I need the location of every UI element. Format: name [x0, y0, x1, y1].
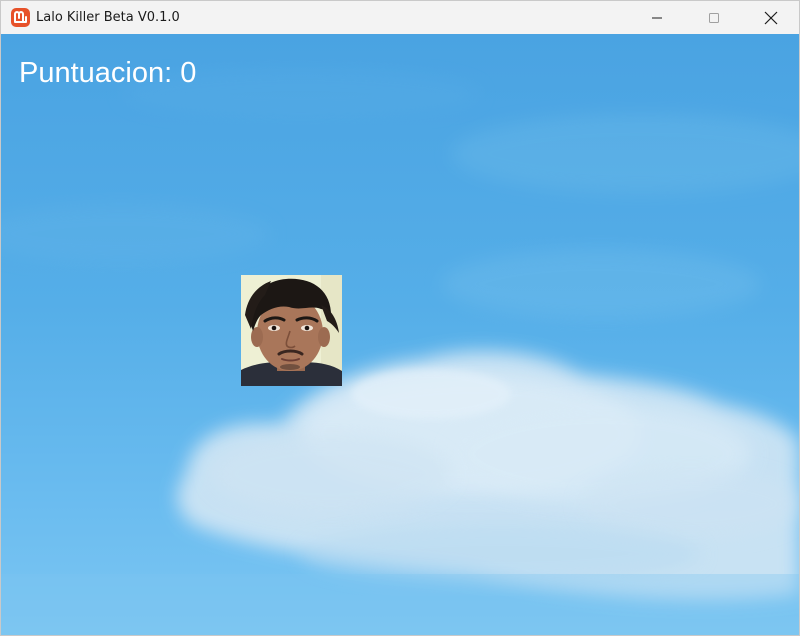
window-title: Lalo Killer Beta V0.1.0 — [36, 10, 180, 25]
close-icon — [764, 11, 777, 24]
maximize-icon — [708, 12, 719, 23]
app-window: Lalo Killer Beta V0.1.0 Puntuacion: 0 — [0, 0, 800, 636]
minimize-button[interactable] — [628, 1, 685, 34]
monogame-logo-icon — [11, 8, 30, 27]
game-canvas[interactable]: Puntuacion: 0 — [1, 34, 799, 635]
face-image — [241, 275, 342, 386]
face-target-sprite[interactable] — [241, 275, 342, 386]
close-button[interactable] — [742, 1, 799, 34]
minimize-icon — [651, 17, 662, 18]
cloud — [177, 350, 799, 601]
sky-background — [1, 69, 799, 635]
score-label: Puntuacion: 0 — [19, 57, 197, 89]
title-bar[interactable]: Lalo Killer Beta V0.1.0 — [1, 1, 799, 34]
maximize-button[interactable] — [685, 1, 742, 34]
